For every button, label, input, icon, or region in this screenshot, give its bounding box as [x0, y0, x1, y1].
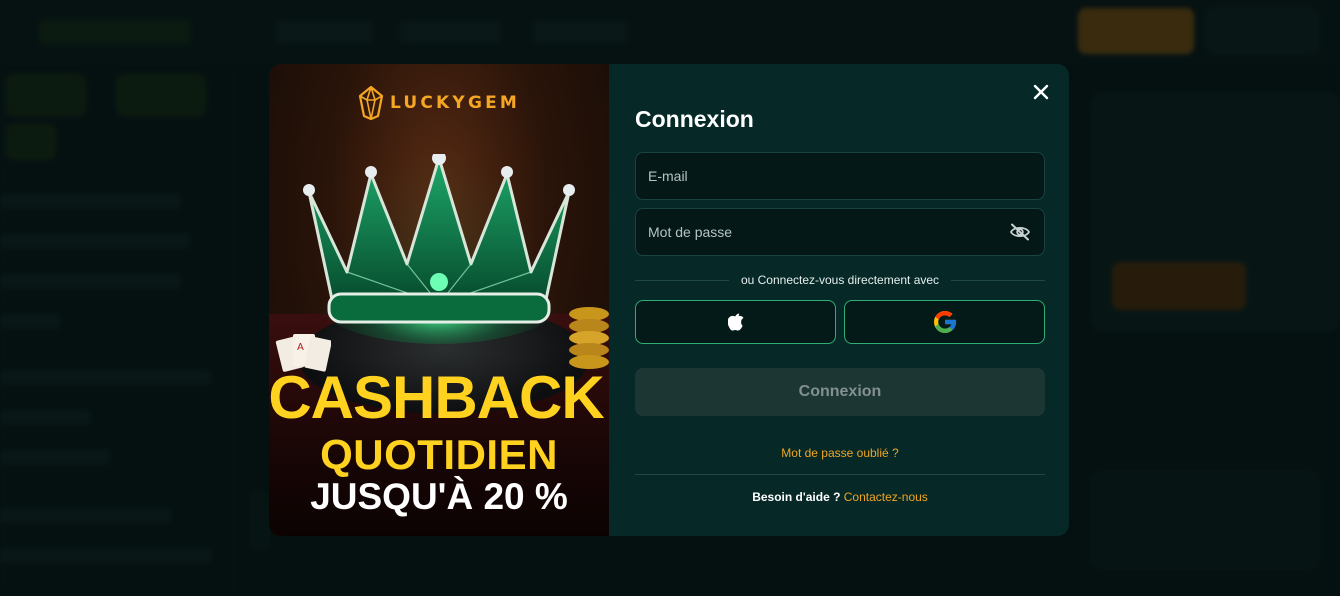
apple-login-button[interactable] [635, 300, 836, 344]
password-input[interactable] [648, 224, 1008, 240]
social-divider: ou Connectez-vous directement avec [635, 272, 1046, 288]
toggle-password-visibility-button[interactable] [1008, 220, 1032, 244]
brand-name: LUCKYGEM [389, 93, 521, 113]
gem-icon [358, 86, 384, 120]
promo-banner: LUCKYGEM A CASHBACK QUOTIDIEN JUSQU'À 20… [269, 64, 609, 536]
help-label: Besoin d'aide ? [752, 490, 841, 504]
eye-off-icon [1009, 223, 1031, 241]
login-modal: LUCKYGEM A CASHBACK QUOTIDIEN JUSQU'À 20… [269, 64, 1069, 536]
promo-headline: CASHBACK QUOTIDIEN JUSQU'À 20 % [269, 364, 609, 517]
google-login-button[interactable] [844, 300, 1045, 344]
help-row: Besoin d'aide ? Contactez-nous [635, 490, 1045, 504]
social-divider-text: ou Connectez-vous directement avec [740, 273, 940, 287]
promo-headline-cashback: CASHBACK [269, 364, 605, 431]
divider-line [951, 279, 1046, 281]
divider-line [635, 474, 1045, 475]
password-field[interactable] [635, 208, 1045, 256]
close-button[interactable] [1029, 80, 1053, 104]
forgot-password-link[interactable]: Mot de passe oublié ? [635, 446, 1045, 460]
login-submit-button[interactable]: Connexion [635, 368, 1045, 416]
crown-illustration [303, 154, 575, 344]
divider-line [635, 279, 729, 281]
promo-headline-daily: QUOTIDIEN [320, 431, 558, 478]
email-field[interactable] [635, 152, 1045, 200]
login-form: Connexion ou Connectez-vous directement … [609, 64, 1069, 536]
promo-headline-percentage: JUSQU'À 20 % [310, 476, 568, 517]
email-input[interactable] [648, 168, 1032, 184]
google-icon [933, 311, 956, 333]
apple-icon [727, 313, 743, 331]
brand-logo: LUCKYGEM [269, 86, 609, 120]
svg-text:A: A [297, 342, 304, 353]
login-title: Connexion [635, 106, 754, 132]
close-icon [1033, 84, 1049, 100]
contact-us-link[interactable]: Contactez-nous [844, 490, 928, 504]
